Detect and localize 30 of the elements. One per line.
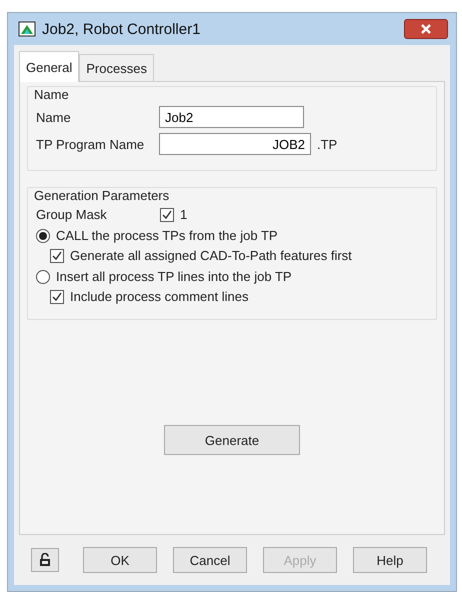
input-field[interactable]: JOB2 [159,133,311,155]
close-icon [420,24,432,34]
dialog-button[interactable]: Cancel [173,547,247,573]
lock-button[interactable] [31,548,59,572]
checkbox-label: Generate all assigned CAD-To-Path features first [70,248,352,263]
field-label: Group Mask [36,207,108,222]
tab[interactable]: General [19,51,80,82]
radio-label: CALL the process TPs from the job TP [56,228,278,243]
app-icon [18,21,36,37]
lock-icon [39,553,51,567]
dialog-button[interactable]: Help [353,547,427,573]
checkbox[interactable] [50,248,64,262]
checkbox-label: Include process comment lines [70,289,248,304]
checkbox[interactable] [50,290,64,304]
group-title: Generation Parameters [34,188,170,203]
tab[interactable]: Processes [79,54,154,81]
radio-button[interactable] [36,228,50,242]
close-button[interactable] [404,19,448,39]
group-title: Name [34,87,70,102]
radio-button[interactable] [36,270,50,284]
window-title: Job2, Robot Controller1 [42,20,202,38]
field-label: Name [36,110,72,124]
generate-button[interactable]: Generate [164,425,300,455]
field-label: TP Program Name [36,136,146,152]
file-extension: .TP [317,136,338,152]
dialog-button[interactable]: OK [83,547,157,573]
checkbox[interactable] [160,208,174,222]
radio-label: Insert all process TP lines into the job TP [56,269,292,284]
checkbox-label: 1 [180,207,188,222]
input-field[interactable]: Job2 [159,106,304,128]
